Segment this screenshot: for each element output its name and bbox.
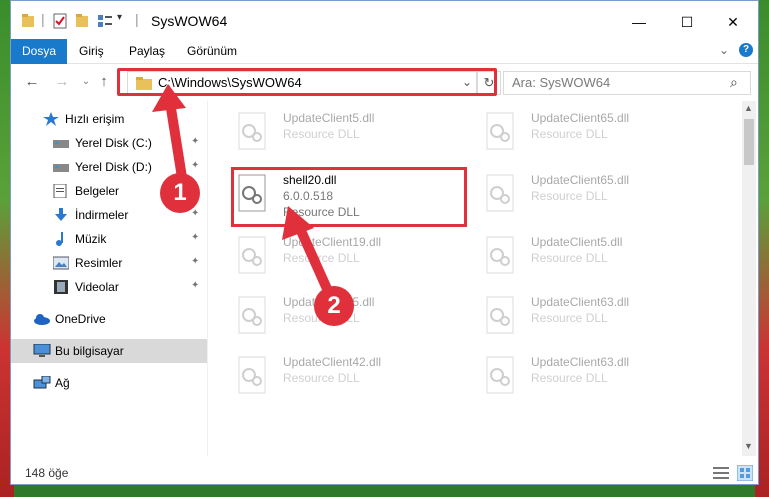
sidebar-item-label: OneDrive [55, 312, 106, 326]
file-item[interactable]: UpdateClient5.dll Resource DLL [231, 105, 471, 163]
dll-file-icon [486, 296, 514, 334]
navigation-bar: ← → ⌄ ↑ C:\Windows\SysWOW64 ⌄ ↻ Ara: Sys… [11, 64, 758, 100]
file-item[interactable]: UpdateClient42.dll Resource DLL [231, 349, 471, 407]
new-folder-icon[interactable] [75, 13, 89, 29]
step-badge-1: 1 [160, 173, 200, 213]
ribbon-tabs: Dosya Giriş Paylaş Görünüm ⌄ ? [11, 39, 758, 97]
file-type: Resource DLL [531, 127, 608, 141]
file-type: Resource DLL [531, 189, 608, 203]
tab-share[interactable]: Paylaş [119, 39, 175, 63]
item-count: 148 öğe [25, 466, 69, 480]
title-bar: | ▾ | SysWOW64 — ☐ ✕ [11, 1, 758, 39]
search-box[interactable]: Ara: SysWOW64 ⌕ [503, 71, 751, 95]
file-name: UpdateClient65.dll [531, 173, 630, 187]
download-icon [53, 208, 69, 222]
tiles-view-icon[interactable] [737, 465, 753, 481]
sidebar-item-pictures[interactable]: Resimler ✦ [11, 251, 207, 275]
maximize-button[interactable]: ☐ [665, 8, 709, 36]
search-icon[interactable]: ⌕ [730, 74, 738, 91]
qa-dropdown-icon[interactable]: ▾ [117, 12, 122, 23]
properties-icon[interactable] [53, 13, 67, 29]
dll-file-icon [238, 356, 266, 394]
music-icon [53, 232, 69, 246]
file-item[interactable]: UpdateClient5.dll Resource DLL [479, 229, 719, 287]
back-button[interactable]: ← [23, 73, 41, 91]
file-type: Resource DLL [283, 127, 360, 141]
sidebar-item-label: Hızlı erişim [65, 112, 125, 126]
dll-file-icon [486, 236, 514, 274]
sidebar-item-videos[interactable]: Videolar ✦ [11, 275, 207, 299]
sidebar-item-label: Müzik [75, 232, 107, 246]
sidebar-item-label: İndirmeler [75, 208, 129, 222]
file-name: UpdateClient5.dll [531, 235, 623, 249]
file-name: UpdateClient63.dll [531, 355, 630, 369]
vertical-scrollbar[interactable]: ▲ ▼ [742, 101, 756, 456]
details-view-icon[interactable] [713, 466, 729, 480]
dll-file-icon [486, 356, 514, 394]
dll-file-icon [238, 236, 266, 274]
computer-icon [33, 343, 51, 358]
minimize-button[interactable]: — [617, 8, 661, 36]
qa-separator: | [41, 11, 45, 27]
tab-home[interactable]: Giriş [69, 39, 114, 63]
scrollbar-thumb[interactable] [744, 119, 754, 165]
dll-file-icon [486, 112, 514, 150]
file-item[interactable]: UpdateClient63.dll Resource DLL [479, 289, 719, 347]
pin-icon: ✦ [191, 256, 200, 267]
sidebar-item-label: Videolar [75, 280, 119, 294]
dll-file-icon [238, 296, 266, 334]
documents-icon [53, 183, 69, 199]
drive-icon [53, 160, 69, 174]
sidebar-item-label: Resimler [75, 256, 123, 270]
recent-locations-icon[interactable]: ⌄ [77, 73, 95, 91]
sidebar-item-onedrive[interactable]: OneDrive [11, 307, 207, 331]
videos-icon [53, 280, 69, 294]
file-type: Resource DLL [531, 371, 608, 385]
pictures-icon [52, 256, 70, 270]
sidebar-item-this-pc[interactable]: Bu bilgisayar [11, 339, 207, 363]
network-icon [33, 375, 51, 390]
tab-view[interactable]: Görünüm [177, 39, 247, 63]
file-name: UpdateClient42.dll [283, 355, 382, 369]
step-badge-2: 2 [314, 286, 354, 326]
sidebar-item-label: Belgeler [75, 184, 120, 198]
scroll-up-icon[interactable]: ▲ [744, 103, 753, 113]
file-type: Resource DLL [531, 251, 608, 265]
file-item[interactable]: UpdateClient65.dll Resource DLL [479, 167, 719, 225]
file-name: UpdateClient65.dll [531, 111, 630, 125]
pin-icon: ✦ [191, 232, 200, 243]
ribbon-expand-icon[interactable]: ⌄ [719, 43, 729, 57]
sidebar-item-label: Bu bilgisayar [55, 344, 124, 358]
file-name: UpdateClient5.dll [283, 111, 375, 125]
title-separator: | [135, 11, 139, 27]
dll-file-icon [486, 174, 514, 212]
window-title: SysWOW64 [151, 13, 228, 29]
explorer-window: | ▾ | SysWOW64 — ☐ ✕ Dosya Giriş Paylaş … [10, 0, 759, 485]
dll-file-icon [238, 112, 266, 150]
customize-view-icon[interactable] [97, 13, 113, 29]
forward-button[interactable]: → [53, 73, 71, 91]
star-icon [43, 112, 59, 126]
drive-icon [53, 136, 69, 150]
cloud-icon [33, 312, 50, 326]
close-button[interactable]: ✕ [711, 8, 755, 36]
sidebar-item-network[interactable]: Ağ [11, 371, 207, 395]
file-type: Resource DLL [531, 311, 608, 325]
up-button[interactable]: ↑ [95, 73, 113, 91]
file-item[interactable]: UpdateClient65.dll Resource DLL [479, 105, 719, 163]
status-bar: 148 öğe [11, 463, 758, 483]
sidebar-item-music[interactable]: Müzik ✦ [11, 227, 207, 251]
search-placeholder: Ara: SysWOW64 [512, 75, 611, 90]
help-icon[interactable]: ? [739, 43, 753, 57]
file-item[interactable]: UpdateClient63.dll Resource DLL [479, 349, 719, 407]
file-type: Resource DLL [283, 371, 360, 385]
folder-icon[interactable] [21, 13, 35, 29]
sidebar-item-label: Ağ [55, 376, 70, 390]
pin-icon: ✦ [191, 280, 200, 291]
scroll-down-icon[interactable]: ▼ [744, 441, 753, 451]
file-name: UpdateClient63.dll [531, 295, 630, 309]
